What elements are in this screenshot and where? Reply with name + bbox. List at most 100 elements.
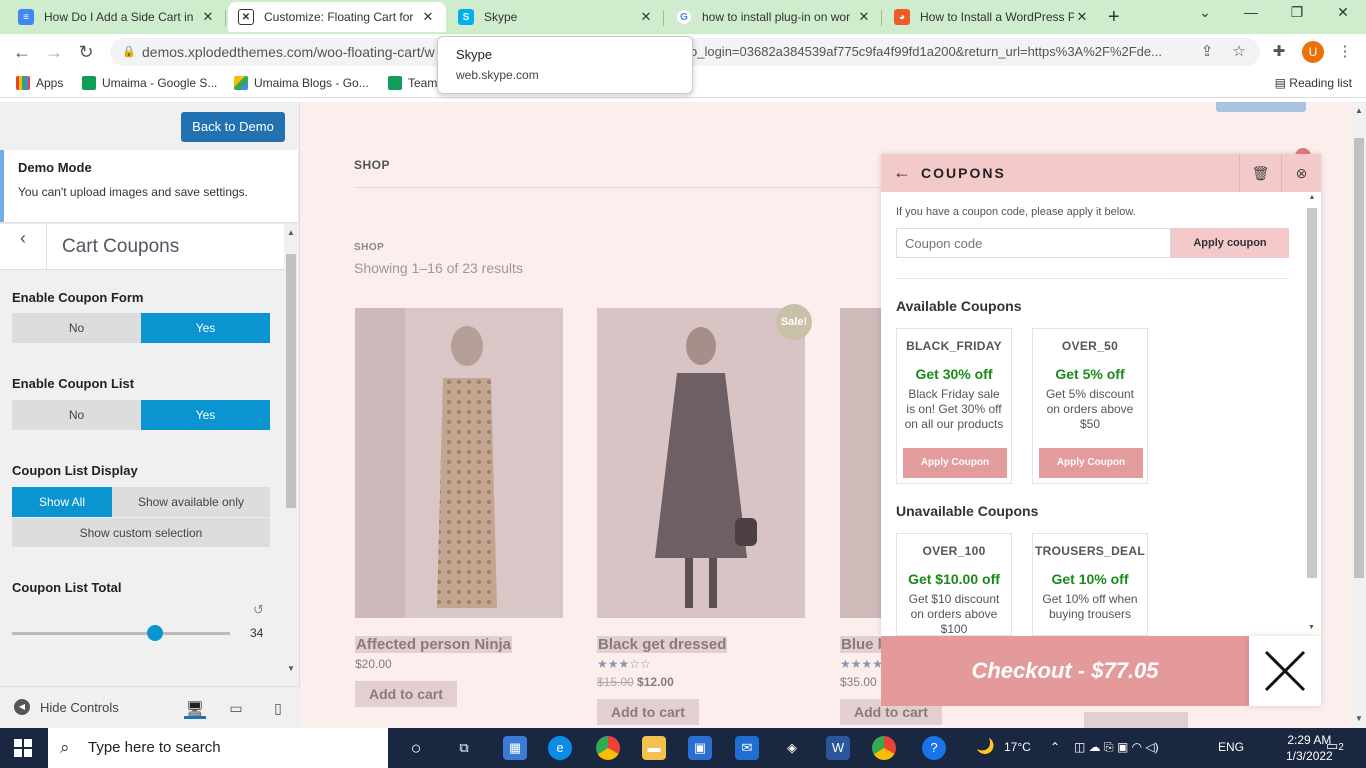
tablet-preview-icon[interactable]: ▭ (225, 697, 247, 719)
option-no[interactable]: No (12, 400, 141, 430)
product-price: $15.00 $12.00 (597, 675, 674, 689)
minimize-icon[interactable]: — (1236, 4, 1266, 20)
slider-handle[interactable] (147, 625, 163, 641)
star-bookmark-icon[interactable]: ☆ (1228, 41, 1250, 63)
close-tab-icon[interactable]: ✕ (856, 9, 872, 25)
scroll-up-icon[interactable]: ▲ (1352, 106, 1366, 115)
windows-start-icon[interactable] (14, 739, 32, 757)
tab-customize[interactable]: ✕ Customize: Floating Cart for ✕ (228, 2, 446, 32)
tray-app-icons[interactable]: ◫ ☁ ⎘ ▣ ◠ ◁) (1074, 740, 1159, 755)
close-tab-icon[interactable]: ✕ (638, 9, 654, 25)
nav-shop-link[interactable]: SHOP (354, 158, 390, 172)
sidebar-scrollbar[interactable]: ▲ ▼ (284, 224, 298, 676)
mail-icon[interactable]: ✉ (735, 736, 759, 760)
tab-side-cart[interactable]: ≡ How Do I Add a Side Cart in ✕ (8, 2, 226, 32)
file-explorer-icon[interactable]: ▬ (642, 736, 666, 760)
app-icon[interactable]: ◈ (780, 736, 804, 760)
scroll-down-icon[interactable]: ▼ (287, 664, 295, 673)
forward-arrow-icon[interactable]: → (42, 41, 66, 63)
add-to-cart-button[interactable]: Add to cart (597, 699, 699, 725)
back-arrow-icon[interactable]: ← (10, 41, 34, 63)
arrow-left-icon[interactable]: ← (893, 162, 911, 183)
language-indicator[interactable]: ENG (1218, 740, 1244, 754)
option-show-all[interactable]: Show All (12, 487, 112, 517)
edge-icon[interactable]: e (548, 736, 572, 760)
bookmark-sheets[interactable]: Umaima - Google S... (82, 76, 217, 90)
coupons-scrollbar[interactable]: ▲ ▼ (1305, 194, 1319, 636)
add-to-cart-button[interactable]: Add to cart (355, 681, 457, 707)
option-show-custom[interactable]: Show custom selection (12, 517, 270, 547)
menu-kebab-icon[interactable]: ⋮ (1334, 41, 1356, 63)
help-icon[interactable]: ? (922, 736, 946, 760)
rating-stars: ★★★☆☆ (597, 657, 651, 671)
weather-moon-icon[interactable]: 🌙 (976, 737, 995, 755)
bookmark-apps[interactable]: Apps (16, 76, 63, 90)
product-image[interactable] (355, 308, 563, 618)
scroll-up-icon[interactable]: ▲ (284, 228, 298, 237)
mobile-preview-icon[interactable]: ▯ (267, 697, 289, 719)
apply-coupon-button[interactable]: Apply coupon (1171, 228, 1289, 258)
taskbar-search[interactable]: ⌕ Type here to search (48, 728, 388, 768)
option-yes[interactable]: Yes (141, 313, 270, 343)
close-circle-icon[interactable]: ⊗ (1281, 154, 1321, 192)
coupon-code: OVER_100 (922, 544, 986, 558)
header-button[interactable] (1216, 102, 1306, 112)
scroll-up-icon[interactable]: ▲ (1305, 194, 1319, 201)
tab-google-search[interactable]: G how to install plug-in on wor ✕ (666, 2, 882, 32)
coupon-card: OVER_50 Get 5% off Get 5% discount on or… (1032, 328, 1148, 484)
coupon-list-total-slider[interactable] (12, 632, 230, 635)
scroll-down-icon[interactable]: ▼ (1308, 624, 1315, 631)
preview-scrollbar[interactable]: ▲ ▼ (1352, 102, 1366, 728)
close-tab-icon[interactable]: ✕ (200, 9, 216, 25)
bookmark-team[interactable]: Team (388, 76, 437, 90)
docs-icon: ≡ (18, 9, 34, 25)
cortana-icon[interactable]: ○ (404, 736, 428, 760)
option-no[interactable]: No (12, 313, 141, 343)
desktop-preview-icon[interactable]: 🖥 (184, 697, 206, 719)
chrome-profile-icon[interactable] (872, 736, 896, 760)
tab-install-wordpress[interactable]: ◕ How to Install a WordPress P ✕ (884, 2, 1100, 32)
close-tab-icon[interactable]: ✕ (420, 9, 436, 25)
product-image[interactable] (597, 308, 805, 618)
hide-controls-button[interactable]: ◀ Hide Controls (14, 699, 119, 715)
option-show-available[interactable]: Show available only (112, 487, 270, 517)
option-yes[interactable]: Yes (141, 400, 270, 430)
window-close-icon[interactable]: ✕ (1328, 4, 1358, 21)
product-card[interactable]: Black get dressed ★★★☆☆ $15.00 $12.00 Ad… (597, 308, 805, 725)
close-cart-button[interactable] (1249, 636, 1321, 706)
restore-icon[interactable]: ❐ (1282, 4, 1312, 21)
store-icon[interactable]: ▣ (688, 736, 712, 760)
profile-avatar[interactable]: U (1302, 41, 1324, 63)
apply-coupon-button[interactable]: Apply Coupon (1039, 448, 1143, 478)
new-tab-icon[interactable]: + (1108, 6, 1120, 29)
notifications-icon[interactable]: ▭2 (1326, 738, 1344, 754)
xploded-icon: ✕ (238, 9, 254, 25)
enable-coupon-list-label: Enable Coupon List (12, 376, 135, 391)
reading-list[interactable]: ▤ Reading list (1275, 76, 1352, 90)
tab-skype[interactable]: S Skype ✕ (448, 2, 664, 32)
chrome-icon[interactable] (596, 736, 620, 760)
product-name[interactable]: Black get dressed (597, 636, 728, 653)
tray-chevron-up-icon[interactable]: ⌃ (1050, 740, 1060, 754)
checkout-button[interactable]: Checkout - $77.05 (881, 636, 1249, 706)
coupon-code-input[interactable] (896, 228, 1171, 258)
reload-icon[interactable]: ↻ (74, 41, 98, 63)
product-card[interactable]: Affected person Ninja $20.00 Add to cart (355, 308, 563, 707)
word-icon[interactable]: W (826, 736, 850, 760)
bookmark-drive[interactable]: Umaima Blogs - Go... (234, 76, 369, 90)
scroll-down-icon[interactable]: ▼ (1355, 714, 1363, 723)
task-view-icon[interactable]: ⧉ (452, 736, 476, 760)
product-name[interactable]: Affected person Ninja (355, 636, 513, 653)
apply-coupon-button[interactable]: Apply Coupon (903, 448, 1007, 478)
reset-icon[interactable]: ↺ (253, 602, 264, 618)
share-icon[interactable]: ⇪ (1196, 41, 1218, 63)
close-tab-icon[interactable]: ✕ (1074, 9, 1090, 25)
back-to-demo-button[interactable]: Back to Demo (181, 112, 285, 142)
trash-icon[interactable]: 🗑 (1239, 154, 1281, 192)
extensions-puzzle-icon[interactable]: ✚ (1268, 41, 1290, 63)
tab-search-chevron-icon[interactable]: ⌄ (1190, 4, 1220, 21)
add-to-cart-button[interactable] (1084, 712, 1188, 728)
temperature[interactable]: 17°C (1004, 740, 1031, 754)
desktop-app-icon[interactable]: ▦ (503, 736, 527, 760)
chevron-left-icon[interactable]: ‹ (0, 224, 47, 270)
